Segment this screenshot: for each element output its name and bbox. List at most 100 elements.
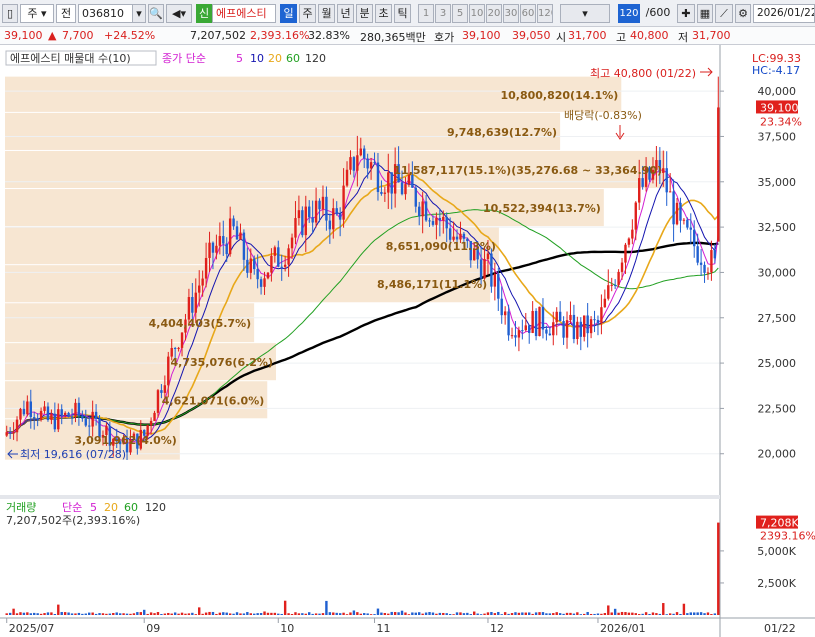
volume-bar-199 — [689, 612, 692, 615]
volume-rate: 2,393.16% — [250, 29, 310, 42]
candle-body-10 — [39, 410, 43, 420]
candle-body-72 — [253, 258, 256, 270]
volume-bar-181 — [627, 612, 631, 615]
crosshair-icon[interactable]: ✚ — [677, 4, 695, 23]
volume-bar-5 — [22, 612, 26, 615]
volume-bar-198 — [686, 613, 689, 615]
draw-icon[interactable]: ⟋ — [715, 4, 733, 23]
volume-bar-182 — [631, 612, 634, 615]
ma120-legend: 120 — [305, 52, 326, 65]
layout-icon[interactable]: ▦ — [697, 4, 713, 23]
candle-body-58 — [204, 257, 208, 279]
period-button-3[interactable]: 년 — [337, 4, 354, 23]
candle-body-60 — [211, 242, 215, 253]
volume-bar-26 — [94, 613, 98, 615]
candle-body-123 — [428, 220, 431, 222]
up-arrow-icon: ▲ — [48, 29, 57, 42]
volume-bar-204 — [706, 612, 710, 615]
volume-bar-125 — [435, 613, 438, 615]
volume-bar-78 — [273, 612, 277, 615]
candle-body-160 — [555, 311, 558, 323]
x-tick-label-5: 2026/01 — [600, 622, 646, 635]
profile-label-2: 4,735,076(6.2%) — [170, 356, 273, 369]
volume-bar-66 — [232, 613, 235, 615]
volume-bar-59 — [208, 611, 211, 615]
max-price-label: 최고 40,800 (01/22) — [590, 67, 696, 80]
code-dropdown-icon[interactable]: ▾ — [132, 4, 146, 23]
volume-bar-203 — [703, 613, 706, 615]
volume-bar-151 — [524, 612, 527, 615]
date-field[interactable]: 2026/01/22 — [753, 4, 815, 23]
profile-label-0: 3,091,962(4.0%) — [74, 434, 177, 447]
candle-body-73 — [256, 269, 259, 280]
window-menu-icon[interactable]: ▯ — [2, 4, 18, 23]
sound-icon[interactable]: ◀▾ — [166, 4, 192, 23]
volume-bar-174 — [603, 613, 607, 615]
x-tick-label-0: 2025/07 — [9, 622, 55, 635]
interval-dropdown[interactable]: ▾ — [560, 4, 610, 23]
volume-bar-34 — [122, 613, 125, 615]
interval-button-30[interactable]: 30 — [503, 4, 519, 23]
candle-body-199 — [689, 227, 692, 230]
count-input[interactable]: 120 — [618, 4, 640, 23]
volume-bar-108 — [376, 608, 380, 615]
interval-button-3[interactable]: 3 — [435, 4, 451, 23]
volume-bar-162 — [562, 613, 565, 615]
volume-bar-87 — [304, 613, 307, 615]
volume-bar-153 — [531, 613, 534, 615]
candle-body-147 — [510, 335, 514, 337]
min-price-label: 최저 19,616 (07/28) — [20, 448, 126, 461]
gear-icon[interactable]: ⚙ — [735, 4, 751, 23]
candle-body-20 — [74, 402, 77, 417]
period-button-6[interactable]: 틱 — [394, 4, 411, 23]
candle-body-180 — [624, 244, 627, 263]
candle-body-140 — [486, 253, 490, 259]
volume-bar-84 — [294, 612, 297, 615]
interval-button-1[interactable]: 1 — [418, 4, 434, 23]
price-chart[interactable]: 3,091,962(4.0%) 4,621,071(6.0%) 4,735,076(… — [0, 45, 815, 637]
search-icon[interactable]: 🔍 — [148, 4, 164, 23]
candle-body-203 — [703, 264, 706, 273]
candle-body-200 — [693, 229, 696, 247]
period-button-0[interactable]: 일 — [280, 4, 297, 23]
volume-bar-197 — [682, 603, 686, 615]
interval-button-10[interactable]: 10 — [469, 4, 485, 23]
candle-body-0 — [5, 432, 8, 436]
ma20-legend: 20 — [268, 52, 282, 65]
volume-bar-139 — [483, 613, 486, 615]
volume-bar-73 — [256, 613, 259, 615]
volume-bar-133 — [462, 613, 466, 615]
candle-body-183 — [634, 202, 637, 230]
interval-button-60[interactable]: 60 — [520, 4, 536, 23]
period-button-4[interactable]: 분 — [356, 4, 373, 23]
volume-bar-138 — [479, 614, 483, 615]
volume-bar-103 — [359, 613, 362, 615]
market-type-select[interactable]: 주 ▾ — [20, 4, 54, 23]
interval-button-20[interactable]: 20 — [486, 4, 502, 23]
candle-body-62 — [218, 236, 222, 246]
candle-body-179 — [620, 262, 624, 272]
volume-bar-27 — [98, 613, 101, 615]
period-button-5[interactable]: 초 — [375, 4, 392, 23]
volume-bar-13 — [50, 612, 53, 615]
volume-bar-29 — [105, 613, 108, 615]
candle-body-45 — [160, 390, 163, 393]
x-tick-label-1: 09 — [146, 622, 160, 635]
market-sub-button[interactable]: 전 — [56, 4, 76, 23]
interval-button-5[interactable]: 5 — [452, 4, 468, 23]
volume-bar-190 — [658, 613, 662, 615]
change-rate: +24.52% — [104, 29, 156, 42]
ask-price-2: 39,050 — [512, 29, 551, 42]
chart-toolbar: ▯ 주 ▾ 전 036810 ▾ 🔍 ◀▾ 신 에프에스티 일주월년분초틱 13… — [0, 0, 815, 27]
period-button-2[interactable]: 월 — [318, 4, 335, 23]
period-button-1[interactable]: 주 — [299, 4, 316, 23]
volume-bar-127 — [442, 612, 445, 615]
volume-bar-49 — [173, 612, 177, 615]
volume-bar-58 — [204, 612, 208, 615]
volume-bar-44 — [156, 612, 160, 615]
candle-body-21 — [77, 402, 81, 416]
profile-label-4: 8,486,171(11.1%) — [377, 278, 487, 291]
interval-button-120[interactable]: 120 — [537, 4, 553, 23]
candle-body-85 — [297, 210, 301, 219]
volume-bar-68 — [239, 613, 242, 615]
